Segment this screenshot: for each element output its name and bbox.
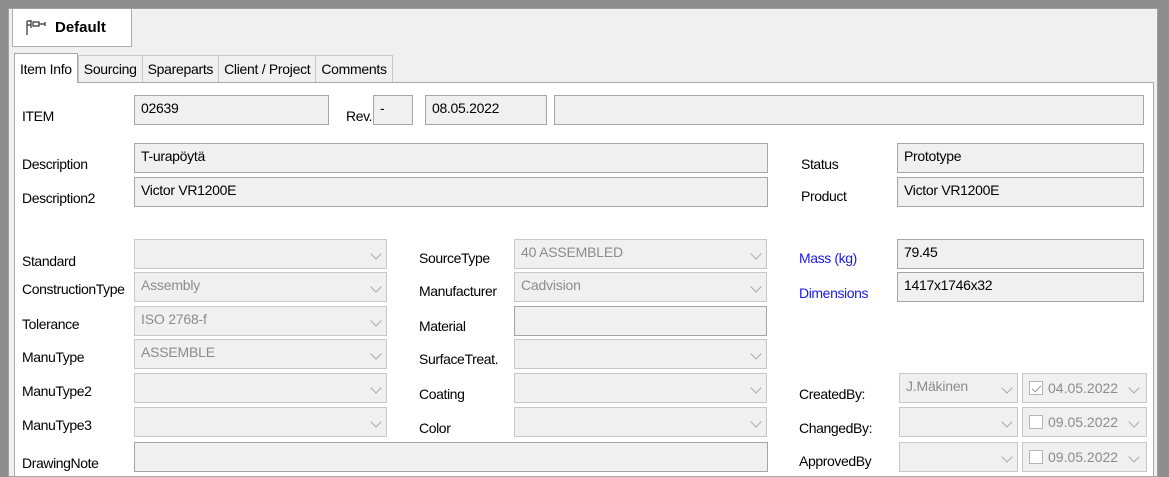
manu-type-label: ManuType (22, 349, 85, 365)
chevron-down-icon (1001, 382, 1013, 394)
construction-type-value: Assembly (141, 277, 201, 293)
standard-label: Standard (22, 253, 76, 269)
chevron-down-icon (370, 281, 382, 293)
approved-by-dropdown[interactable] (899, 442, 1018, 472)
chevron-down-icon (750, 281, 762, 293)
item-label: ITEM (22, 108, 54, 124)
coating-label: Coating (419, 386, 465, 402)
chevron-down-icon (370, 315, 382, 327)
source-type-value: 40 ASSEMBLED (521, 244, 623, 260)
created-by-label: CreatedBy: (799, 386, 866, 402)
coating-dropdown[interactable] (514, 373, 767, 403)
description-label: Description (22, 156, 88, 172)
item-number-field[interactable]: 02639 (134, 95, 329, 125)
color-label: Color (419, 420, 451, 436)
chevron-down-icon (1001, 416, 1013, 428)
changed-date-picker[interactable]: 09.05.2022 (1022, 407, 1147, 437)
description2-field[interactable]: Victor VR1200E (134, 177, 768, 207)
description-field[interactable]: T-urapöytä (134, 143, 768, 173)
chevron-down-icon (1128, 451, 1140, 463)
tree-structure-icon (25, 19, 47, 37)
color-dropdown[interactable] (514, 407, 767, 437)
drawing-note-field[interactable] (134, 442, 768, 472)
chevron-down-icon (750, 348, 762, 360)
approved-by-label: ApprovedBy (799, 453, 872, 469)
approved-date-picker[interactable]: 09.05.2022 (1022, 442, 1147, 472)
tab-comments[interactable]: Comments (315, 55, 393, 82)
surface-treat-label: SurfaceTreat. (419, 351, 499, 367)
tab-sourcing[interactable]: Sourcing (77, 55, 143, 82)
mass-label[interactable]: Mass (kg) (799, 250, 857, 266)
construction-type-label: ConstructionType (22, 281, 125, 297)
changed-by-dropdown[interactable] (899, 407, 1018, 437)
created-date-value: 04.05.2022 (1048, 380, 1119, 396)
chevron-down-icon (1001, 451, 1013, 463)
approved-date-checkbox[interactable] (1029, 450, 1043, 464)
manufacturer-label: Manufacturer (419, 283, 497, 299)
standard-dropdown[interactable] (134, 239, 387, 269)
manufacturer-dropdown[interactable]: Cadvision (514, 272, 767, 302)
item-date-field[interactable]: 08.05.2022 (425, 95, 547, 125)
tab-client-project[interactable]: Client / Project (218, 55, 317, 82)
created-date-checkbox[interactable] (1029, 381, 1043, 395)
chevron-down-icon (750, 382, 762, 394)
construction-type-dropdown[interactable]: Assembly (134, 272, 387, 302)
dimensions-label[interactable]: Dimensions (799, 285, 869, 301)
dimensions-field[interactable]: 1417x1746x32 (897, 272, 1144, 302)
approved-date-value: 09.05.2022 (1048, 449, 1119, 465)
tab-strip: Item Info Sourcing Spareparts Client / P… (14, 53, 393, 83)
description2-label: Description2 (22, 190, 96, 206)
tolerance-dropdown[interactable]: ISO 2768-f (134, 306, 387, 336)
chevron-down-icon (1128, 416, 1140, 428)
chevron-down-icon (370, 382, 382, 394)
rev-field[interactable]: - (373, 95, 413, 125)
manu-type3-dropdown[interactable] (134, 407, 387, 437)
manufacturer-value: Cadvision (521, 277, 581, 293)
item-extra-field[interactable] (554, 95, 1144, 125)
manu-type-dropdown[interactable]: ASSEMBLE (134, 339, 387, 369)
chevron-down-icon (750, 416, 762, 428)
document-tab-label: Default (55, 19, 106, 36)
created-by-user: J.Mäkinen (906, 378, 969, 394)
tolerance-value: ISO 2768-f (141, 311, 207, 327)
item-info-panel: ITEM 02639 Rev. - 08.05.2022 Description… (14, 82, 1154, 477)
tab-spareparts[interactable]: Spareparts (141, 55, 220, 82)
tolerance-label: Tolerance (22, 316, 80, 332)
manu-type2-label: ManuType2 (22, 383, 92, 399)
document-tab-default[interactable]: Default (12, 9, 132, 47)
tab-item-info[interactable]: Item Info (14, 53, 78, 83)
material-label: Material (419, 318, 466, 334)
manu-type3-label: ManuType3 (22, 417, 92, 433)
surface-treat-dropdown[interactable] (514, 339, 767, 369)
chevron-down-icon (370, 248, 382, 260)
created-date-picker[interactable]: 04.05.2022 (1022, 373, 1147, 403)
created-by-dropdown[interactable]: J.Mäkinen (899, 373, 1018, 403)
source-type-dropdown[interactable]: 40 ASSEMBLED (514, 239, 767, 269)
product-label: Product (801, 188, 847, 204)
chevron-down-icon (750, 248, 762, 260)
rev-label: Rev. (346, 108, 373, 124)
chevron-down-icon (370, 416, 382, 428)
item-window: Default Item Info Sourcing Spareparts Cl… (8, 8, 1158, 477)
chevron-down-icon (1128, 382, 1140, 394)
source-type-label: SourceType (419, 250, 490, 266)
mass-field[interactable]: 79.45 (897, 239, 1144, 269)
manu-type-value: ASSEMBLE (141, 344, 215, 360)
drawing-note-label: DrawingNote (22, 455, 99, 471)
chevron-down-icon (370, 348, 382, 360)
status-field[interactable]: Prototype (897, 143, 1144, 173)
material-field[interactable] (514, 306, 767, 336)
manu-type2-dropdown[interactable] (134, 373, 387, 403)
status-label: Status (801, 156, 839, 172)
changed-by-label: ChangedBy: (799, 420, 873, 436)
changed-date-checkbox[interactable] (1029, 415, 1043, 429)
changed-date-value: 09.05.2022 (1048, 414, 1119, 430)
product-field[interactable]: Victor VR1200E (897, 177, 1144, 207)
